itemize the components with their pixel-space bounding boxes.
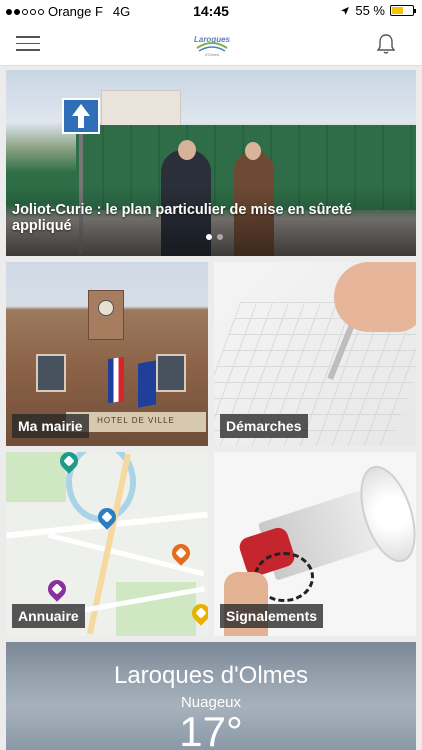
hamburger-menu-icon[interactable] (16, 36, 40, 52)
mairie-window (36, 354, 66, 392)
map-park (6, 452, 66, 502)
european-flag (138, 360, 156, 408)
tile-label-demarches: Démarches (220, 414, 308, 438)
tile-signalements[interactable]: Signalements (214, 452, 416, 636)
battery-icon (390, 5, 416, 16)
one-way-sign-icon (62, 98, 100, 134)
location-arrow-icon (341, 6, 350, 15)
hero-news-card[interactable]: Joliot-Curie : le plan particulier de mi… (6, 70, 416, 256)
battery-percent: 55 % (355, 3, 385, 18)
map-pin-gas[interactable] (168, 540, 194, 566)
map-pin-purple[interactable] (44, 576, 70, 602)
tile-demarches[interactable]: Démarches (214, 262, 416, 446)
hero-building (101, 90, 181, 130)
tile-annuaire[interactable]: Annuaire (6, 452, 208, 636)
weather-card[interactable]: Laroques d'Olmes Nuageux 17° (6, 642, 416, 750)
tile-label-signalements: Signalements (220, 604, 324, 628)
tile-ma-mairie[interactable]: HOTEL DE VILLE Ma mairie (6, 262, 208, 446)
hero-person-head (245, 142, 261, 160)
carousel-dot[interactable] (217, 234, 223, 240)
french-flag (108, 356, 124, 404)
hero-person-head (178, 140, 196, 160)
logo-graphic: Laroques d'Olmes (191, 30, 233, 58)
status-bar-right: 55 % (340, 3, 416, 18)
logo-subtext: d'Olmes (205, 52, 220, 57)
app-header: Laroques d'Olmes (0, 22, 422, 66)
clock-icon (98, 300, 114, 316)
carousel-indicator[interactable] (206, 234, 223, 240)
bell-icon[interactable] (374, 32, 398, 56)
carousel-dot-active[interactable] (206, 234, 212, 240)
battery-fill (392, 7, 403, 14)
tile-label-annuaire: Annuaire (12, 604, 85, 628)
logo-text: Laroques (194, 35, 231, 44)
status-bar: Orange F 4G 14:45 55 % (0, 0, 422, 22)
tile-label-ma-mairie: Ma mairie (12, 414, 89, 438)
weather-temperature: 17° (179, 708, 243, 750)
hero-title: Joliot-Curie : le plan particulier de mi… (12, 202, 353, 234)
weather-city: Laroques d'Olmes (113, 662, 308, 689)
mairie-window (156, 354, 186, 392)
app-logo[interactable]: Laroques d'Olmes (191, 30, 233, 58)
hand-image (334, 262, 416, 332)
